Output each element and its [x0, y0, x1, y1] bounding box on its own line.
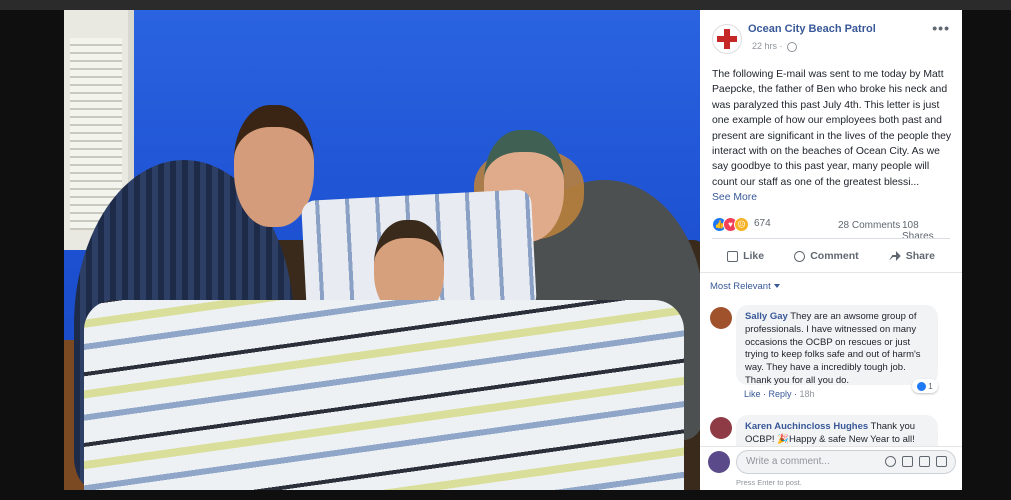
comment-composer: Write a comment... Press Enter to post. [700, 446, 962, 490]
commenter-avatar[interactable] [710, 307, 732, 329]
globe-icon [787, 41, 798, 52]
composer-hint: Press Enter to post. [736, 478, 802, 487]
post-time: 22 hrs [752, 41, 778, 51]
like-icon [727, 250, 739, 262]
comment-input[interactable]: Write a comment... [736, 450, 956, 474]
post-header: Ocean City Beach Patrol 22 hrs · ••• [700, 10, 962, 68]
post-body-text: The following E-mail was sent to me toda… [712, 69, 952, 188]
gif-icon[interactable] [919, 456, 930, 467]
comment-filter-dropdown[interactable]: Most Relevant [710, 281, 780, 292]
comment-label: Comment [810, 250, 859, 262]
page-avatar[interactable] [712, 24, 742, 54]
post-side-panel: Ocean City Beach Patrol 22 hrs · ••• The… [700, 10, 962, 490]
reaction-count[interactable]: 674 [754, 218, 771, 229]
comments-count[interactable]: 28 Comments [838, 220, 900, 231]
commenter-name[interactable]: Sally Gay [745, 311, 788, 322]
more-icon[interactable]: ••• [932, 20, 950, 36]
sticker-icon[interactable] [936, 456, 947, 467]
share-label: Share [905, 250, 935, 262]
commenter-avatar[interactable] [710, 417, 732, 439]
comment-meta: Like · Reply · 18h [744, 389, 815, 399]
share-icon [888, 251, 901, 261]
comment-reply-link[interactable]: Reply [769, 389, 792, 399]
comment-like-link[interactable]: Like [744, 389, 761, 399]
comment-button[interactable]: Comment [794, 250, 859, 262]
comment-icon [794, 250, 806, 262]
comment-reaction-badge[interactable]: 1 [912, 379, 938, 393]
post-photo[interactable] [64, 10, 700, 490]
comments-section: Most Relevant Sally Gay They are an awso… [700, 272, 962, 459]
post-timestamp[interactable]: 22 hrs · [752, 41, 798, 52]
commenter-name[interactable]: Karen Auchincloss Hughes [745, 421, 868, 432]
post-actions: Like Comment Share [712, 242, 950, 270]
share-button[interactable]: Share [888, 250, 935, 262]
user-avatar [708, 451, 730, 473]
comment-filter-label: Most Relevant [710, 281, 771, 292]
sad-reaction-icon: ☹ [734, 217, 749, 232]
comment-input-placeholder: Write a comment... [746, 456, 830, 467]
post-body: The following E-mail was sent to me toda… [712, 67, 952, 206]
photo-blanket [84, 300, 684, 490]
camera-icon[interactable] [902, 456, 913, 467]
see-more-link[interactable]: See More [712, 190, 952, 205]
emoji-icon[interactable] [885, 456, 896, 467]
reactions-bar: 👍 ♥ ☹ 674 28 Comments 108 Shares [712, 217, 952, 242]
browser-top-bar [0, 0, 1011, 10]
comment-bubble: Sally Gay They are an awsome group of pr… [736, 305, 938, 386]
comment-time[interactable]: 18h [800, 389, 815, 399]
composer-icons [885, 456, 947, 467]
comment-reaction-count: 1 [928, 381, 933, 391]
page-name-link[interactable]: Ocean City Beach Patrol [748, 23, 876, 35]
like-label: Like [743, 250, 765, 262]
divider [712, 238, 950, 239]
chevron-down-icon [773, 284, 780, 289]
reaction-icons[interactable]: 👍 ♥ ☹ [712, 217, 749, 232]
like-mini-icon [917, 381, 927, 391]
like-button[interactable]: Like [727, 250, 764, 262]
comment-text: They are an awsome group of professional… [745, 311, 921, 386]
